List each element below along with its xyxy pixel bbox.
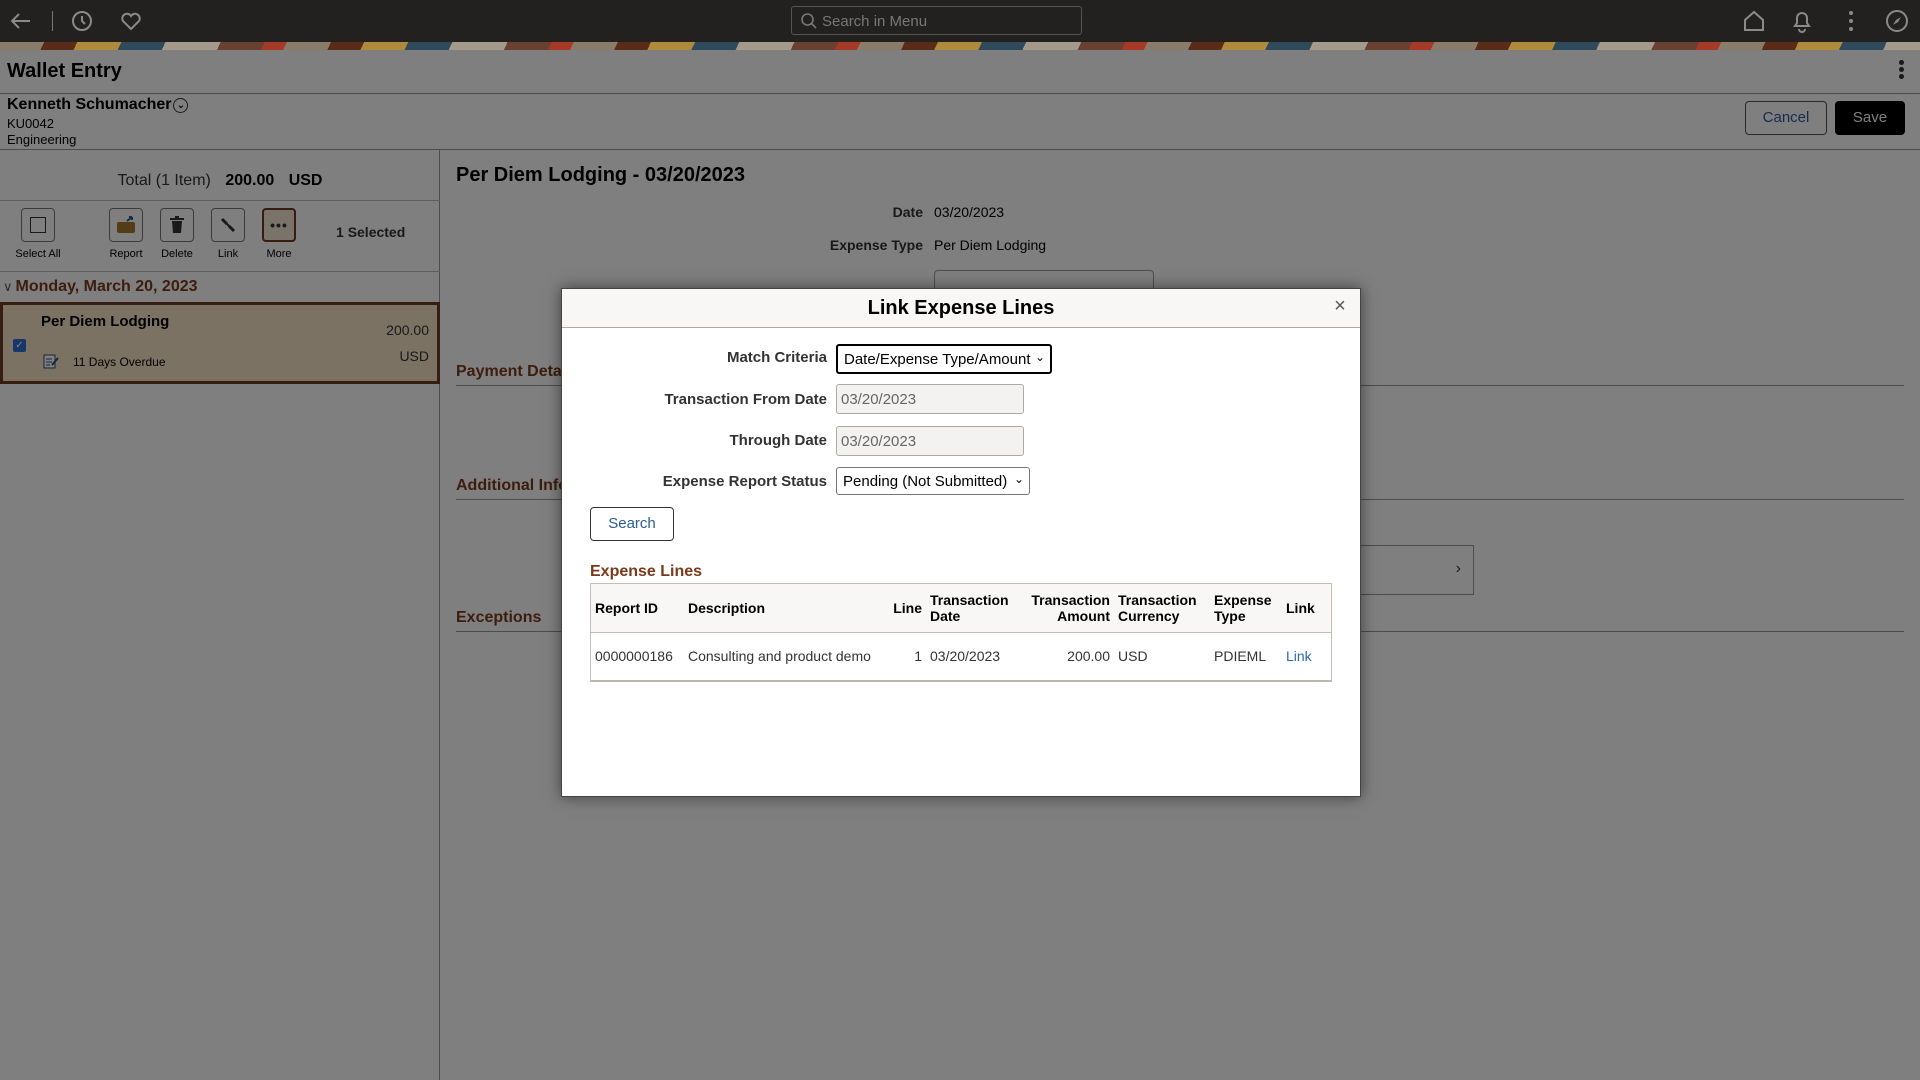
modal-title: Link Expense Lines [867,297,1055,319]
through-date-label: Through Date [729,432,828,449]
table-row: 0000000186 Consulting and product demo 1… [591,632,1331,680]
search-button[interactable]: Search [590,507,674,541]
back-arrow-icon[interactable] [8,8,34,34]
match-criteria-value: Date/Expense Type/Amount [844,351,1031,368]
favorites-heart-icon[interactable] [118,8,144,34]
chevron-down-icon: ⌄ [1034,350,1045,364]
col-line: Line [884,584,926,633]
cell-link: Link [1282,632,1331,680]
home-icon[interactable] [1741,8,1767,34]
expense-lines-section-title: Expense Lines [590,563,703,580]
actions-menu-icon[interactable] [1838,8,1864,34]
col-transaction-amount: Transaction Amount [1020,584,1114,633]
search-in-menu-input[interactable]: Search in Menu [791,6,1082,35]
col-report-id: Report ID [591,584,684,633]
chevron-down-icon: ⌄ [1013,472,1024,486]
modal-header: Link Expense Lines × [562,289,1360,328]
from-date-input[interactable]: 03/20/2023 [836,384,1024,414]
col-link: Link [1282,584,1331,633]
search-icon [801,13,817,29]
cell-report-id: 0000000186 [595,648,673,665]
expense-report-status-label: Expense Report Status [662,473,827,490]
cell-line: 1 [914,648,922,665]
top-nav-bar: Search in Menu [0,0,1920,42]
col-expense-type: Expense Type [1210,584,1282,633]
expense-report-status-value: Pending (Not Submitted) [843,473,1008,490]
from-date-label: Transaction From Date [664,391,827,408]
col-transaction-currency: Transaction Currency [1114,584,1210,633]
match-criteria-label: Match Criteria [726,349,827,366]
through-date-input[interactable]: 03/20/2023 [836,426,1024,456]
match-criteria-select[interactable]: Date/Expense Type/Amount ⌄ [836,344,1052,374]
cell-expense-type: PDIEML [1214,648,1267,665]
history-icon[interactable] [69,8,95,34]
link-expense-line-link[interactable]: Link [1286,648,1312,664]
cell-transaction-currency: USD [1118,648,1148,665]
header-banner [0,42,1920,50]
expense-lines-grid: Report ID Description Line Transaction D… [590,583,1332,682]
search-placeholder: Search in Menu [822,13,928,30]
navbar-compass-icon[interactable] [1884,8,1910,34]
cell-description: Consulting and product demo [688,648,871,665]
col-description: Description [684,584,884,633]
grid-header-row: Report ID Description Line Transaction D… [591,584,1331,633]
col-transaction-date: Transaction Date [926,584,1020,633]
cell-transaction-date: 03/20/2023 [930,648,1001,665]
cell-transaction-amount: 200.00 [1067,648,1110,665]
expense-report-status-select[interactable]: Pending (Not Submitted) ⌄ [836,467,1030,495]
nav-divider [52,11,53,31]
link-expense-lines-modal: Link Expense Lines × Match Criteria Date… [561,288,1361,797]
notifications-bell-icon[interactable] [1789,8,1815,34]
close-icon[interactable]: × [1330,296,1350,316]
